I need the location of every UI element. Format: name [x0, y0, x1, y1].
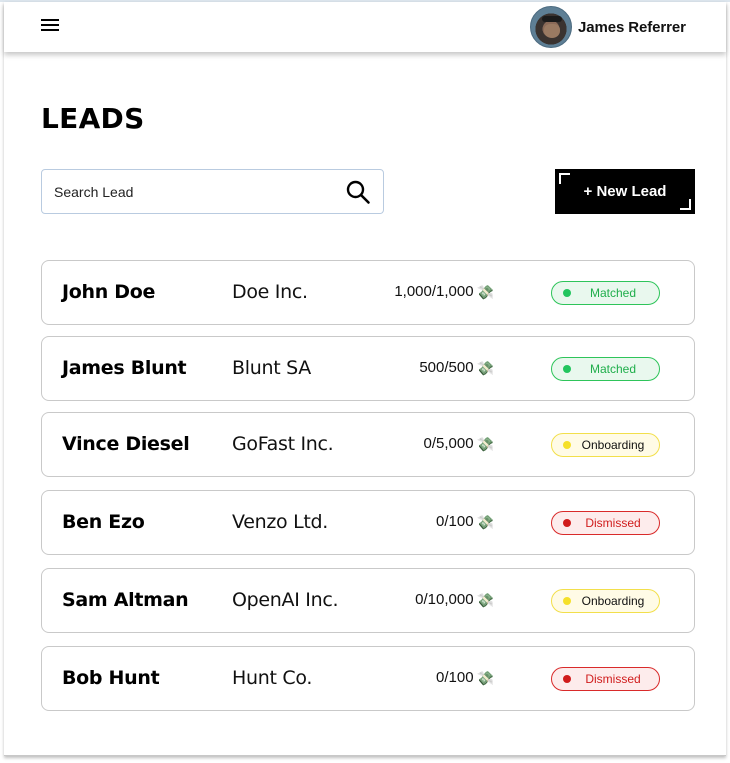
avatar[interactable]: [530, 6, 572, 48]
status-badge: Dismissed: [551, 667, 660, 691]
lead-company: GoFast Inc.: [232, 433, 334, 455]
new-lead-label: + New Lead: [583, 183, 667, 200]
money-with-wings-icon: 💸: [476, 283, 494, 300]
amount-value: 0/10,000: [415, 591, 474, 608]
status-badge: Matched: [551, 281, 660, 305]
lead-amount: 500/500 💸: [419, 359, 494, 376]
menu-line: [41, 24, 59, 26]
page-title: LEADS: [41, 102, 145, 135]
search-button[interactable]: [345, 179, 371, 205]
lead-company: Hunt Co.: [232, 667, 313, 689]
status-label: Onboarding: [581, 594, 645, 608]
amount-value: 1,000/1,000: [394, 283, 474, 300]
lead-company: Venzo Ltd.: [232, 511, 329, 533]
new-lead-button[interactable]: + New Lead: [555, 169, 695, 214]
status-badge: Onboarding: [551, 589, 660, 613]
lead-name: Bob Hunt: [62, 667, 160, 689]
status-badge: Dismissed: [551, 511, 660, 535]
amount-value: 0/100: [436, 669, 474, 686]
lead-company: Doe Inc.: [232, 281, 308, 303]
lead-amount: 0/10,000 💸: [415, 591, 494, 608]
status-dot: [563, 441, 571, 449]
corner-decoration: [680, 199, 691, 210]
lead-amount: 0/5,000 💸: [424, 435, 494, 452]
status-badge: Onboarding: [551, 433, 660, 457]
status-label: Matched: [589, 362, 637, 376]
menu-line: [41, 19, 59, 21]
search-input[interactable]: [54, 170, 334, 213]
lead-row[interactable]: Vince Diesel GoFast Inc. 0/5,000 💸 Onboa…: [41, 412, 695, 477]
menu-line: [41, 29, 59, 31]
lead-amount: 0/100 💸: [436, 513, 494, 530]
money-with-wings-icon: 💸: [476, 591, 494, 608]
status-label: Dismissed: [585, 672, 641, 686]
user-name: James Referrer: [578, 18, 686, 36]
lead-name: James Blunt: [62, 357, 187, 379]
lead-company: Blunt SA: [232, 357, 311, 379]
lead-row[interactable]: James Blunt Blunt SA 500/500 💸 Matched: [41, 336, 695, 401]
money-with-wings-icon: 💸: [476, 359, 494, 376]
status-dot: [563, 365, 571, 373]
corner-decoration: [559, 173, 570, 184]
hamburger-menu-icon[interactable]: [40, 17, 60, 33]
lead-name: John Doe: [62, 281, 156, 303]
app-header: James Referrer: [4, 2, 726, 52]
lead-amount: 1,000/1,000 💸: [394, 283, 494, 300]
status-dot: [563, 289, 571, 297]
status-label: Onboarding: [581, 438, 645, 452]
money-with-wings-icon: 💸: [476, 669, 494, 686]
money-with-wings-icon: 💸: [476, 435, 494, 452]
status-dot: [563, 597, 571, 605]
amount-value: 0/100: [436, 513, 474, 530]
app-frame: James Referrer LEADS + New Lead John Doe…: [4, 2, 726, 756]
status-label: Dismissed: [585, 516, 641, 530]
lead-row[interactable]: Ben Ezo Venzo Ltd. 0/100 💸 Dismissed: [41, 490, 695, 555]
lead-row[interactable]: Sam Altman OpenAI Inc. 0/10,000 💸 Onboar…: [41, 568, 695, 633]
lead-row[interactable]: John Doe Doe Inc. 1,000/1,000 💸 Matched: [41, 260, 695, 325]
lead-company: OpenAI Inc.: [232, 589, 339, 611]
lead-name: Ben Ezo: [62, 511, 145, 533]
search-icon: [346, 180, 370, 204]
lead-name: Vince Diesel: [62, 433, 190, 455]
lead-row[interactable]: Bob Hunt Hunt Co. 0/100 💸 Dismissed: [41, 646, 695, 711]
status-label: Matched: [589, 286, 637, 300]
status-dot: [563, 519, 571, 527]
lead-name: Sam Altman: [62, 589, 189, 611]
amount-value: 500/500: [419, 359, 474, 376]
status-dot: [563, 675, 571, 683]
amount-value: 0/5,000: [423, 435, 474, 452]
money-with-wings-icon: 💸: [476, 513, 494, 530]
user-profile[interactable]: James Referrer: [530, 5, 686, 49]
lead-amount: 0/100 💸: [436, 669, 494, 686]
status-badge: Matched: [551, 357, 660, 381]
search-box: [41, 169, 384, 214]
